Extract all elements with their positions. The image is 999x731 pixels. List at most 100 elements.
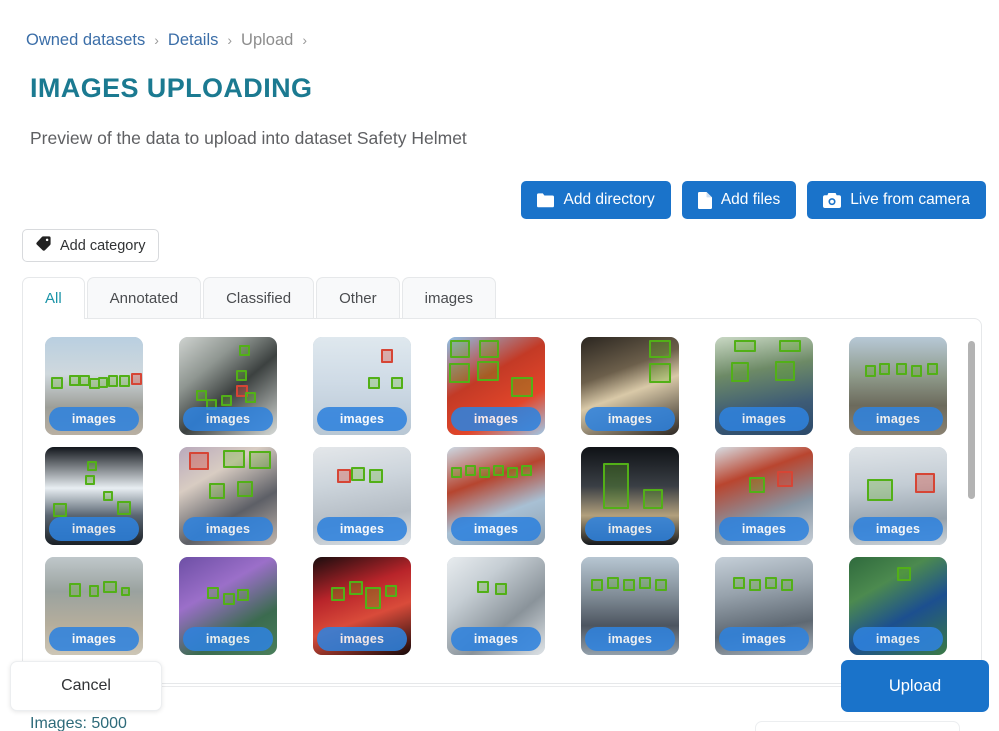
image-thumbnail[interactable]: images <box>715 447 813 545</box>
annotation-bounding-box <box>117 501 131 515</box>
annotation-bounding-box <box>779 340 801 352</box>
annotation-bounding-box <box>623 579 635 591</box>
tab-all[interactable]: All <box>22 277 85 319</box>
image-grid: images images images images images images imag… <box>45 337 981 655</box>
tab-other[interactable]: Other <box>316 277 400 319</box>
annotation-bounding-box <box>479 467 490 478</box>
image-thumbnail[interactable]: images <box>313 337 411 435</box>
thumbnail-caption: images <box>183 407 273 431</box>
tab-classified[interactable]: Classified <box>203 277 315 319</box>
annotation-bounding-box <box>223 450 245 468</box>
image-thumbnail[interactable]: images <box>447 337 545 435</box>
footer-secondary-box[interactable] <box>755 721 960 731</box>
breadcrumb-item-owned-datasets[interactable]: Owned datasets <box>26 29 145 51</box>
thumbnail-caption: images <box>853 517 943 541</box>
image-thumbnail[interactable]: images <box>849 557 947 655</box>
annotation-bounding-box <box>649 340 671 358</box>
thumbnail-caption: images <box>451 627 541 651</box>
annotation-bounding-box <box>867 479 893 501</box>
annotation-bounding-box <box>865 365 876 377</box>
image-thumbnail[interactable]: images <box>313 557 411 655</box>
upload-source-actions: Add directory Add files Live from camera <box>521 181 986 219</box>
annotation-bounding-box <box>879 363 890 375</box>
add-directory-button[interactable]: Add directory <box>521 181 671 219</box>
breadcrumb-separator-icon: › <box>302 32 307 48</box>
annotation-bounding-box <box>765 577 777 589</box>
annotation-bounding-box <box>351 467 365 481</box>
thumbnail-caption: images <box>49 627 139 651</box>
annotation-bounding-box <box>477 361 499 381</box>
image-grid-scrollbar-thumb[interactable] <box>968 341 975 499</box>
annotation-bounding-box <box>131 373 142 385</box>
thumbnail-caption: images <box>719 407 809 431</box>
annotation-bounding-box <box>108 375 118 387</box>
thumbnail-caption: images <box>585 627 675 651</box>
annotation-bounding-box <box>239 345 250 356</box>
annotation-bounding-box <box>477 581 489 593</box>
annotation-bounding-box <box>451 467 462 478</box>
image-thumbnail[interactable]: images <box>581 557 679 655</box>
image-thumbnail[interactable]: images <box>45 337 143 435</box>
image-thumbnail[interactable]: images <box>179 557 277 655</box>
annotation-bounding-box <box>207 587 219 599</box>
image-thumbnail[interactable]: images <box>849 447 947 545</box>
annotation-bounding-box <box>781 579 793 591</box>
thumbnail-caption: images <box>853 627 943 651</box>
upload-button[interactable]: Upload <box>841 660 989 712</box>
thumbnail-caption: images <box>451 407 541 431</box>
image-grid-scrollbar[interactable] <box>967 325 977 677</box>
image-thumbnail[interactable]: images <box>581 447 679 545</box>
annotation-bounding-box <box>507 467 518 478</box>
thumbnail-caption: images <box>183 627 273 651</box>
annotation-bounding-box <box>479 340 499 358</box>
annotation-bounding-box <box>915 473 935 493</box>
annotation-bounding-box <box>237 589 249 601</box>
annotation-bounding-box <box>103 491 113 501</box>
annotation-bounding-box <box>368 377 380 389</box>
thumbnail-caption: images <box>49 407 139 431</box>
annotation-bounding-box <box>591 579 603 591</box>
tab-annotated[interactable]: Annotated <box>86 277 202 319</box>
image-thumbnail[interactable]: images <box>313 447 411 545</box>
thumbnail-caption: images <box>451 517 541 541</box>
breadcrumb-item-upload[interactable]: Upload <box>241 29 293 51</box>
annotation-bounding-box <box>731 362 749 382</box>
footer-divider <box>22 686 977 687</box>
annotation-bounding-box <box>927 363 938 375</box>
thumbnail-caption: images <box>49 517 139 541</box>
cancel-button[interactable]: Cancel <box>10 661 162 711</box>
annotation-bounding-box <box>85 475 95 485</box>
annotation-bounding-box <box>449 363 470 383</box>
file-icon <box>697 191 712 209</box>
annotation-bounding-box <box>89 585 99 597</box>
image-thumbnail[interactable]: images <box>45 557 143 655</box>
live-from-camera-button[interactable]: Live from camera <box>807 181 986 219</box>
image-thumbnail[interactable]: images <box>447 557 545 655</box>
annotation-bounding-box <box>51 377 63 389</box>
image-thumbnail[interactable]: images <box>849 337 947 435</box>
tab-images[interactable]: images <box>401 277 496 319</box>
annotation-bounding-box <box>521 465 532 476</box>
thumbnail-caption: images <box>585 517 675 541</box>
thumbnail-caption: images <box>853 407 943 431</box>
annotation-bounding-box <box>775 361 795 381</box>
add-category-button[interactable]: Add category <box>22 229 160 262</box>
add-files-button[interactable]: Add files <box>681 181 797 219</box>
tag-icon <box>36 236 51 255</box>
annotation-bounding-box <box>121 587 130 596</box>
page-subtitle: Preview of the data to upload into datas… <box>30 128 467 148</box>
image-thumbnail[interactable]: images <box>447 447 545 545</box>
image-thumbnail[interactable]: images <box>179 447 277 545</box>
folder-icon <box>537 192 555 208</box>
image-grid-scroll-area[interactable]: images images images images images images imag… <box>23 319 981 683</box>
image-thumbnail[interactable]: images <box>179 337 277 435</box>
filter-tabs: All Annotated Classified Other images <box>22 277 498 319</box>
image-thumbnail[interactable]: images <box>45 447 143 545</box>
annotation-bounding-box <box>69 583 81 597</box>
breadcrumb-item-details[interactable]: Details <box>168 29 218 51</box>
image-thumbnail[interactable]: images <box>715 557 813 655</box>
image-thumbnail[interactable]: images <box>715 337 813 435</box>
image-thumbnail[interactable]: images <box>581 337 679 435</box>
breadcrumb-separator-icon: › <box>154 32 159 48</box>
annotation-bounding-box <box>249 451 271 469</box>
